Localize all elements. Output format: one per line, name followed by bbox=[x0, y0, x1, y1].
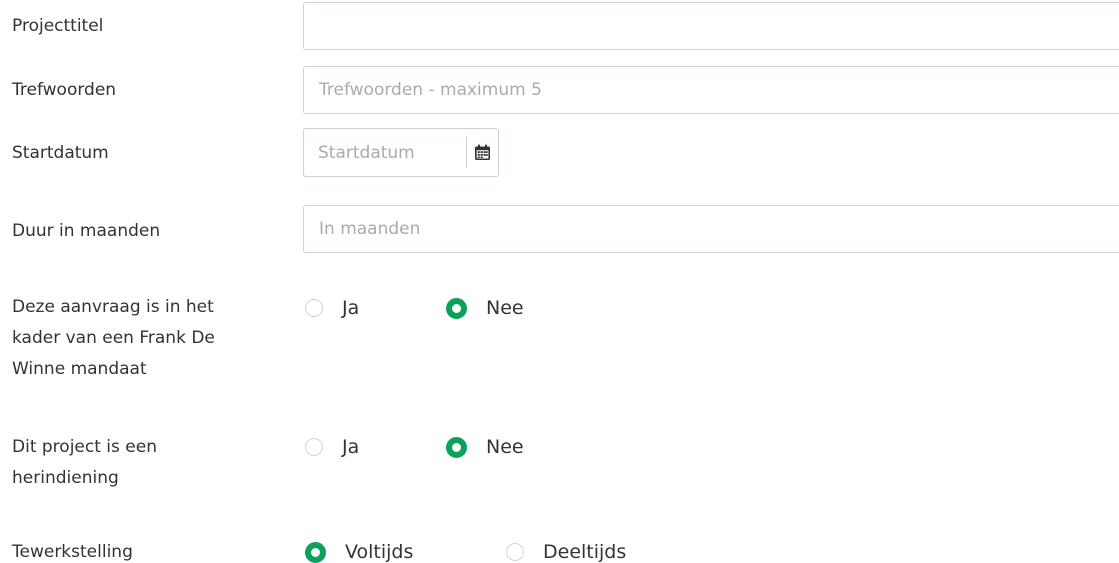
resubmission-label: Dit project is een herindiening bbox=[12, 437, 157, 488]
resubmission-radio-nee[interactable]: Nee bbox=[446, 434, 524, 460]
start-date-label: Startdatum bbox=[12, 143, 109, 163]
radio-option-label: Voltijds bbox=[345, 541, 414, 563]
project-title-label: Projecttitel bbox=[12, 16, 104, 36]
radio-checked-icon bbox=[305, 541, 326, 563]
frank-de-winne-radio-nee[interactable]: Nee bbox=[446, 295, 524, 321]
frank-de-winne-label: Deze aanvraag is in het kader van een Fr… bbox=[12, 297, 215, 379]
keywords-label: Trefwoorden bbox=[12, 80, 117, 100]
calendar-button[interactable] bbox=[466, 129, 498, 176]
keywords-input[interactable] bbox=[303, 66, 1119, 114]
calendar-icon bbox=[474, 144, 490, 160]
duration-label: Duur in maanden bbox=[12, 221, 161, 241]
frank-de-winne-radio-ja[interactable]: Ja bbox=[305, 295, 359, 321]
start-date-input[interactable] bbox=[304, 129, 466, 176]
radio-option-label: Ja bbox=[342, 297, 360, 319]
employment-label: Tewerkstelling bbox=[12, 542, 133, 562]
radio-unchecked-icon bbox=[305, 438, 323, 456]
employment-radio-deeltijds[interactable]: Deeltijds bbox=[506, 539, 626, 563]
employment-radio-voltijds[interactable]: Voltijds bbox=[305, 539, 413, 563]
radio-option-label: Deeltijds bbox=[543, 541, 627, 563]
radio-checked-icon bbox=[446, 436, 467, 458]
project-title-input[interactable] bbox=[303, 2, 1119, 50]
radio-option-label: Nee bbox=[486, 297, 524, 319]
radio-option-label: Ja bbox=[342, 436, 360, 458]
resubmission-radio-ja[interactable]: Ja bbox=[305, 434, 359, 460]
radio-unchecked-icon bbox=[506, 543, 524, 561]
radio-unchecked-icon bbox=[305, 299, 323, 317]
radio-checked-icon bbox=[446, 297, 467, 319]
radio-option-label: Nee bbox=[486, 436, 524, 458]
start-date-field bbox=[303, 128, 499, 177]
duration-input[interactable] bbox=[303, 205, 1119, 253]
